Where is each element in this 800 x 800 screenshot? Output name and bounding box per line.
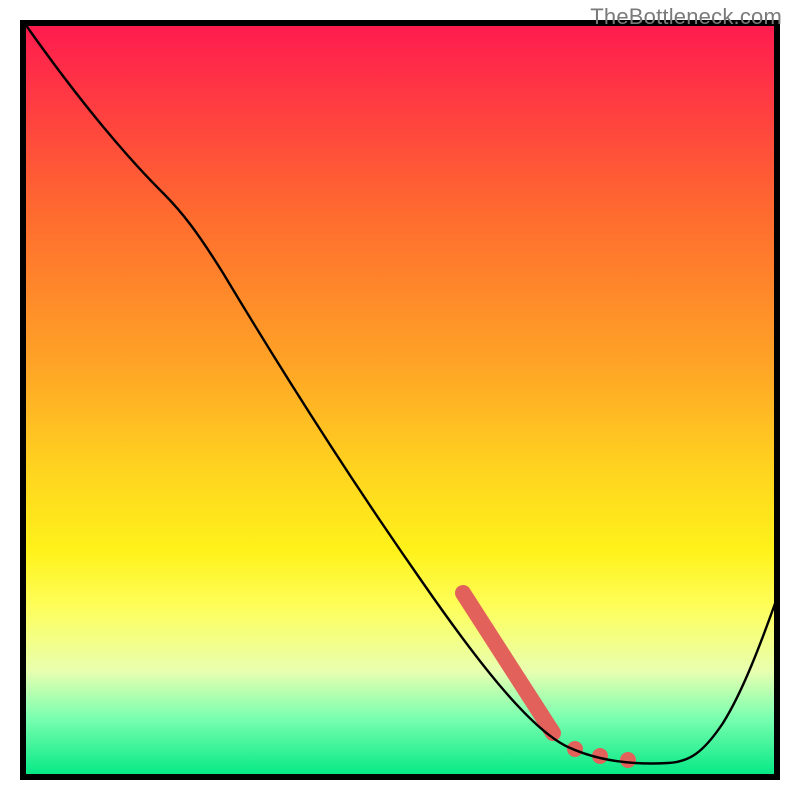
main-curve (23, 21, 777, 763)
highlight-segment (463, 593, 553, 733)
chart-container: TheBottleneck.com (0, 0, 800, 800)
chart-curve-layer (23, 23, 777, 777)
attribution-text: TheBottleneck.com (590, 4, 782, 30)
highlight-dot-3 (620, 752, 636, 768)
